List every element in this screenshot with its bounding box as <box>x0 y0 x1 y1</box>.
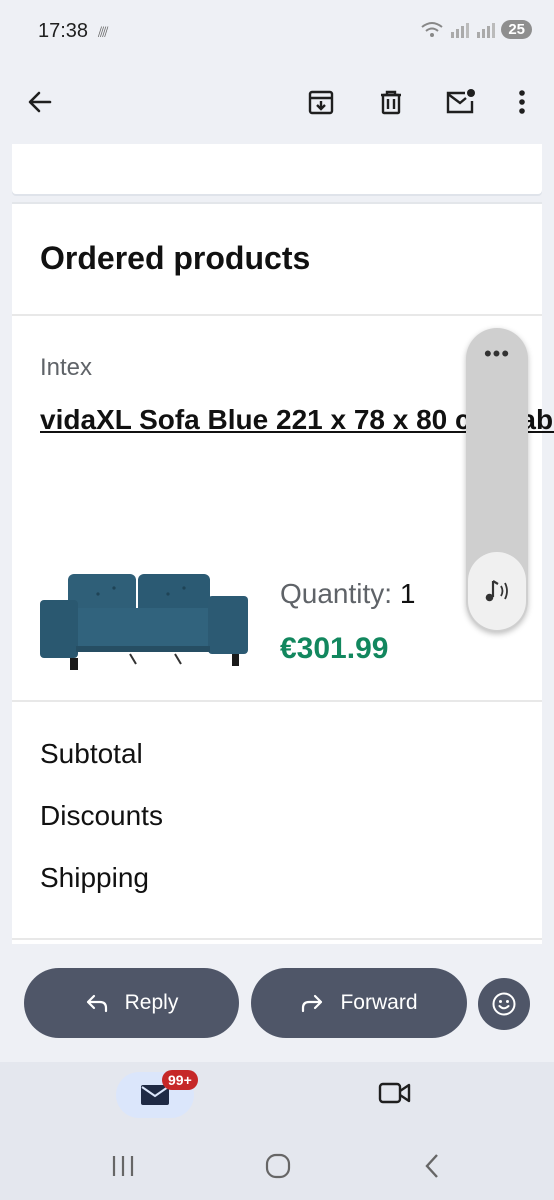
previous-section-card <box>12 144 542 194</box>
ordered-products-card: Ordered products Intex vidaXL Sofa Blue … <box>12 202 554 944</box>
bottom-navigation: 99+ <box>0 1062 554 1136</box>
back-button[interactable] <box>18 80 62 124</box>
summary-subtotal: Subtotal <box>40 738 143 769</box>
status-bar: 17:38 ⫽⫽ 25 <box>0 0 554 64</box>
sofa-image[interactable] <box>40 574 250 679</box>
quantity-value: 1 <box>399 578 416 609</box>
more-horiz-icon[interactable]: ••• <box>466 343 528 365</box>
wifi-icon <box>421 21 443 37</box>
signal-icon <box>451 22 470 38</box>
product-brand: Intex <box>40 354 93 381</box>
mark-unread-icon <box>446 89 475 114</box>
section-title: Ordered products <box>40 240 311 276</box>
reply-button[interactable]: Reply <box>24 968 239 1038</box>
email-toolbar <box>0 64 554 144</box>
floating-sound-widget[interactable]: ••• <box>466 328 528 632</box>
video-camera-icon <box>378 1082 411 1104</box>
nav-meet-tab[interactable] <box>378 1080 412 1111</box>
status-indicators: 25 <box>421 20 532 39</box>
system-navigation-bar <box>0 1136 554 1200</box>
home-icon[interactable] <box>265 1153 291 1179</box>
product-quantity: Quantity: 1 <box>280 578 415 610</box>
more-options-button[interactable] <box>500 80 544 124</box>
reply-icon <box>86 994 107 1013</box>
data-saver-icon: ⫽⫽ <box>98 24 108 40</box>
status-time: 17:38 <box>38 20 89 42</box>
archive-icon <box>308 90 334 115</box>
back-nav-icon[interactable] <box>422 1152 442 1180</box>
unread-count-badge: 99+ <box>162 1070 198 1090</box>
signal-icon-2 <box>477 22 496 38</box>
forward-button[interactable]: Forward <box>251 968 467 1038</box>
forward-icon <box>302 994 323 1013</box>
quantity-label: Quantity: <box>280 578 393 609</box>
archive-button[interactable] <box>299 80 343 124</box>
summary-discounts: Discounts <box>40 800 163 831</box>
reply-action-bar: Reply Forward <box>0 962 554 1062</box>
product-price: €301.99 <box>280 632 389 665</box>
emoji-reaction-button[interactable] <box>478 978 530 1030</box>
forward-label: Forward <box>340 991 418 1014</box>
summary-shipping: Shipping <box>40 862 149 893</box>
battery-indicator: 25 <box>501 20 532 39</box>
arrow-left-icon <box>28 91 52 113</box>
delete-button[interactable] <box>369 80 413 124</box>
recent-apps-icon[interactable] <box>110 1154 136 1178</box>
emoji-icon <box>492 992 516 1016</box>
trash-icon <box>381 90 401 115</box>
divider <box>12 700 542 702</box>
sound-toggle-button[interactable] <box>468 552 526 630</box>
reply-label: Reply <box>124 991 179 1014</box>
mark-unread-button[interactable] <box>439 80 483 124</box>
divider <box>12 314 542 316</box>
music-note-icon <box>485 580 508 602</box>
divider <box>12 938 542 940</box>
more-vert-icon <box>519 90 525 114</box>
